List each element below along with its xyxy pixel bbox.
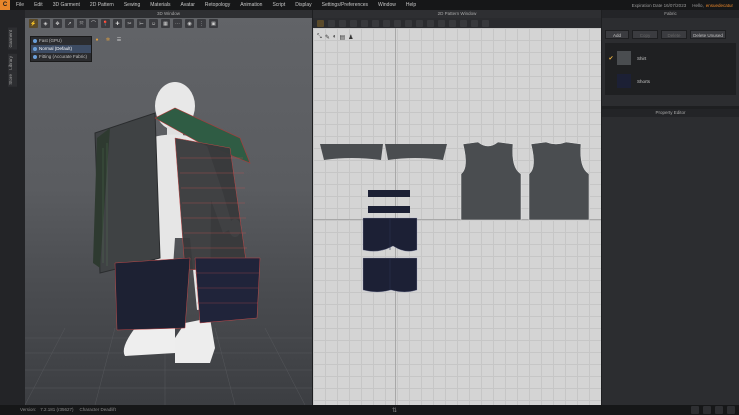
fabric-swatch-shirt xyxy=(617,51,631,65)
pattern-pieces xyxy=(320,141,590,293)
app-logo: C xyxy=(0,0,10,10)
circle-icon[interactable] xyxy=(361,19,368,27)
menu-materials[interactable]: Materials xyxy=(150,2,170,8)
menu-script[interactable]: Script xyxy=(272,2,285,8)
fabric-name: Shirt xyxy=(637,55,647,61)
dart-icon[interactable] xyxy=(383,19,390,27)
polygon-icon[interactable] xyxy=(339,19,346,27)
status-bar: Version: 7.2.181 (r35627) Character Dead… xyxy=(0,405,739,415)
3d-window-title: 3D Window xyxy=(25,10,312,18)
expiration-date: Expiration Date 16/07/2023 xyxy=(631,2,687,8)
delete-unused-button[interactable]: Delete Unused xyxy=(690,30,726,39)
pattern-sleeve-left xyxy=(320,144,383,160)
pin-2d-icon[interactable] xyxy=(438,19,445,27)
menubar: C File Edit 3D Garment 2D Pattern Sewing… xyxy=(0,0,739,10)
graphic-icon[interactable] xyxy=(460,19,467,27)
layout-1-icon[interactable] xyxy=(691,406,699,414)
pattern-sleeve-right xyxy=(385,144,447,160)
menu-animation[interactable]: Animation xyxy=(240,2,262,8)
shorts-3d xyxy=(114,257,261,331)
edit-sewing-icon[interactable] xyxy=(427,19,434,27)
menu-file[interactable]: File xyxy=(16,2,24,8)
menu-retopology[interactable]: Retopology xyxy=(205,2,230,8)
internal-line-icon[interactable] xyxy=(372,19,379,27)
menu-display[interactable]: Display xyxy=(295,2,311,8)
2d-window-title: 2D Pattern Window xyxy=(313,10,601,18)
username-link[interactable]: ensuedecatur xyxy=(706,3,733,8)
status-text: Character Deadlift xyxy=(79,407,116,412)
trace-icon[interactable] xyxy=(471,19,478,27)
layout-2-icon[interactable] xyxy=(703,406,711,414)
app-window: C File Edit 3D Garment 2D Pattern Sewing… xyxy=(0,0,739,415)
menu-help[interactable]: Help xyxy=(406,2,416,8)
segment-sewing-icon[interactable] xyxy=(405,19,412,27)
layout-3-icon[interactable] xyxy=(715,406,723,414)
pattern-waistband-bottom xyxy=(368,206,410,213)
layout-4-icon[interactable] xyxy=(727,406,735,414)
property-editor-title: Property Editor xyxy=(602,109,739,117)
menu-sewing[interactable]: Sewing xyxy=(124,2,140,8)
3d-viewport[interactable] xyxy=(25,18,312,405)
2d-pattern-window[interactable]: 2D Pattern Window ⤡ ✎ ◐ ▤ ♟ xyxy=(313,10,601,405)
fabric-item-shorts[interactable]: Shorts xyxy=(605,71,736,91)
add-fabric-button[interactable]: Add xyxy=(605,30,629,39)
edit-pattern-icon[interactable] xyxy=(328,19,335,27)
menu-window[interactable]: Window xyxy=(378,2,396,8)
seam-line-icon[interactable] xyxy=(394,19,401,27)
rectangle-icon[interactable] xyxy=(350,19,357,27)
status-icons xyxy=(691,406,735,414)
annotation-icon[interactable] xyxy=(482,19,489,27)
tab-library[interactable]: Library xyxy=(8,54,17,72)
fabric-name: Shorts xyxy=(637,78,651,84)
transform-pattern-icon[interactable] xyxy=(317,19,324,27)
pattern-shirt-back xyxy=(528,141,590,221)
menu-3d-garment[interactable]: 3D Garment xyxy=(53,2,80,8)
fabric-swatch-shorts xyxy=(617,74,631,88)
sync-icon[interactable]: ⇅ xyxy=(392,406,400,414)
fabric-item-shirt[interactable]: ✔ Shirt xyxy=(605,48,736,68)
menu-avatar[interactable]: Avatar xyxy=(181,2,195,8)
property-editor-panel: Property Editor xyxy=(602,109,739,405)
left-sidebar: Garment Library Store xyxy=(0,10,25,415)
2d-toolbar xyxy=(313,18,601,28)
menu-2d-pattern[interactable]: 2D Pattern xyxy=(90,2,114,8)
fabric-buttons: Add Copy Delete Delete Unused xyxy=(602,18,739,39)
hello-label: Hello, xyxy=(692,2,704,8)
account-info: Expiration Date 16/07/2023 Hello, ensued… xyxy=(632,0,739,10)
version-number: 7.2.181 (r35627) xyxy=(40,407,74,412)
fabric-list: ✔ Shirt Shorts xyxy=(605,43,736,95)
copy-fabric-button[interactable]: Copy xyxy=(632,30,658,39)
menu-settings[interactable]: Settings/Preferences xyxy=(322,2,368,8)
menu-edit[interactable]: Edit xyxy=(34,2,43,8)
pattern-waistband-top xyxy=(368,190,410,197)
delete-fabric-button[interactable]: Delete xyxy=(661,30,687,39)
3d-window[interactable]: 3D Window ⚡ ◈ ✥ ↗ ⤧ ⌒ 📍 ✚ ✂ ⊢ ☺ ▦ ⋯ ◉ ⋮ … xyxy=(25,10,312,405)
fabric-panel-title: Fabric xyxy=(602,10,739,18)
checkmark-icon: ✔ xyxy=(608,55,614,62)
version-label: Version: xyxy=(20,407,37,412)
texture-2d-icon[interactable] xyxy=(449,19,456,27)
tab-garment[interactable]: Garment xyxy=(8,28,17,50)
free-sewing-icon[interactable] xyxy=(416,19,423,27)
pattern-shirt-front xyxy=(460,141,522,221)
tab-store[interactable]: Store xyxy=(8,72,17,87)
fabric-panel: Fabric Add Copy Delete Delete Unused ✔ S… xyxy=(602,10,739,106)
